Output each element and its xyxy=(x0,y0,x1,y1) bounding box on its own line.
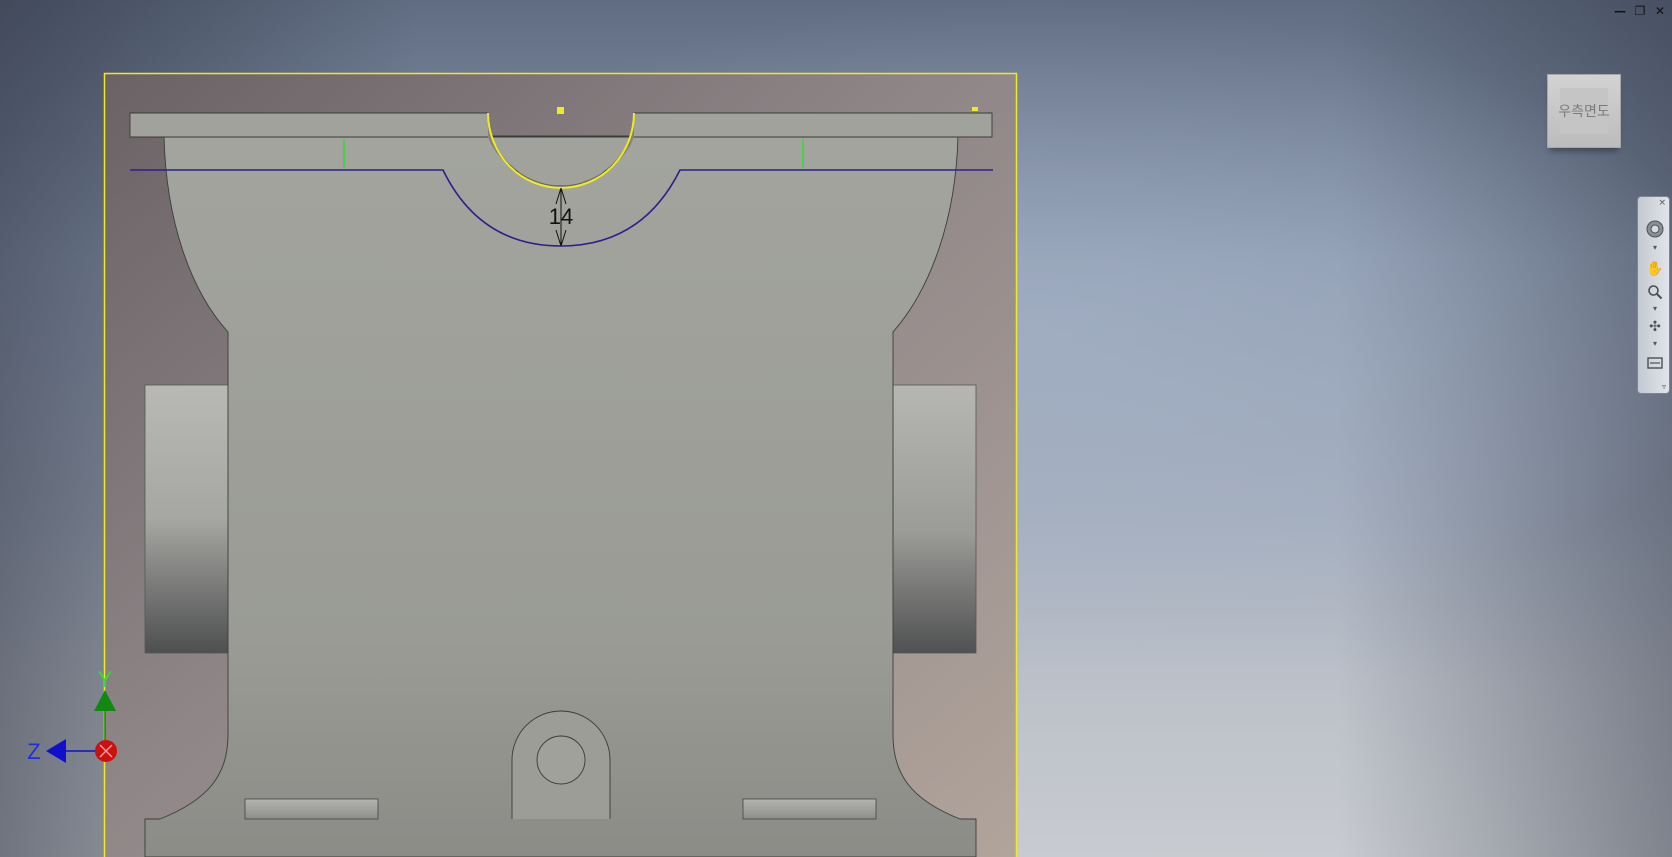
steering-wheel-icon[interactable] xyxy=(1645,219,1665,239)
bottom-slot-left[interactable] xyxy=(244,798,379,820)
window-controls: — ❐ ✕ xyxy=(1614,4,1666,18)
z-axis-arrow xyxy=(46,739,66,763)
viewcube[interactable]: 우측면도 xyxy=(1547,74,1621,148)
coordinate-triad: Y Z xyxy=(27,667,117,764)
steering-wheel-dropdown-icon[interactable]: ▾ xyxy=(1650,244,1660,252)
minimize-button[interactable]: — xyxy=(1614,4,1626,18)
dimension-value[interactable]: 14 xyxy=(549,204,573,229)
z-axis-label: Z xyxy=(27,739,40,764)
orbit-icon[interactable]: ✣ xyxy=(1645,317,1665,337)
bottom-slot-right[interactable] xyxy=(742,798,877,820)
restore-button[interactable]: ❐ xyxy=(1634,4,1646,18)
model-viewport[interactable]: 14 Y Z xyxy=(0,0,1672,857)
pan-hand-icon[interactable]: ✋ xyxy=(1645,259,1665,279)
navbar-customize-icon[interactable]: ▿ xyxy=(1659,383,1669,391)
lug-hole[interactable] xyxy=(536,735,586,785)
left-side-boss[interactable] xyxy=(144,384,231,654)
right-side-boss[interactable] xyxy=(889,384,977,654)
orbit-dropdown-icon[interactable]: ▾ xyxy=(1650,340,1660,348)
navigation-bar: × ▾ ✋ ▾ ✣ ▾ ▿ xyxy=(1637,196,1670,394)
viewcube-face-label: 우측면도 xyxy=(1558,104,1610,120)
navbar-close-icon[interactable]: × xyxy=(1658,199,1666,208)
look-at-icon[interactable] xyxy=(1645,353,1665,373)
y-axis-label: Y xyxy=(98,667,113,692)
zoom-icon[interactable] xyxy=(1645,282,1665,302)
sketch-point-right[interactable] xyxy=(972,107,978,111)
sketch-point-center[interactable] xyxy=(557,107,564,114)
close-button[interactable]: ✕ xyxy=(1654,4,1666,18)
zoom-dropdown-icon[interactable]: ▾ xyxy=(1650,305,1660,313)
